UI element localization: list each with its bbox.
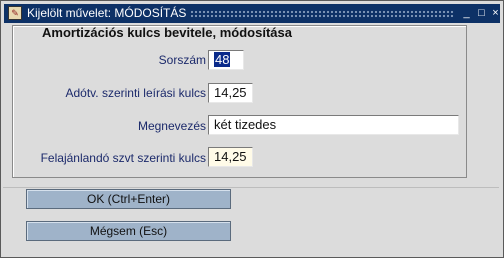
dialog-window: ✎ Kijelölt művelet: MÓDOSÍTÁS _ □ × Amor… bbox=[0, 0, 504, 258]
felajanlando-kulcs-field[interactable]: 14,25 bbox=[208, 147, 253, 167]
adotv-kulcs-field[interactable]: 14,25 bbox=[208, 83, 253, 103]
sorszam-field[interactable]: 48 bbox=[208, 50, 244, 70]
title-grip bbox=[190, 10, 454, 18]
felajanlando-kulcs-label: Felajánlandó szvt szerinti kulcs bbox=[40, 151, 206, 165]
sorszam-label: Sorszám bbox=[158, 53, 206, 67]
title-bar[interactable]: ✎ Kijelölt művelet: MÓDOSÍTÁS _ □ × bbox=[4, 4, 500, 23]
megnevezes-field[interactable]: két tizedes bbox=[208, 115, 459, 135]
megnevezes-label: Megnevezés bbox=[137, 119, 206, 133]
divider bbox=[3, 187, 499, 188]
ok-button[interactable]: OK (Ctrl+Enter) bbox=[26, 189, 231, 209]
maximize-icon[interactable]: □ bbox=[475, 7, 488, 20]
sorszam-value: 48 bbox=[214, 52, 231, 67]
cancel-button[interactable]: Mégsem (Esc) bbox=[26, 221, 231, 241]
app-icon: ✎ bbox=[8, 6, 22, 20]
adotv-kulcs-label: Adótv. szerinti leírási kulcs bbox=[65, 86, 207, 100]
close-icon[interactable]: × bbox=[489, 7, 502, 20]
window-title: Kijelölt művelet: MÓDOSÍTÁS bbox=[27, 6, 187, 20]
form-title: Amortizációs kulcs bevitele, módosítása bbox=[42, 25, 292, 40]
minimize-icon[interactable]: _ bbox=[460, 7, 473, 20]
